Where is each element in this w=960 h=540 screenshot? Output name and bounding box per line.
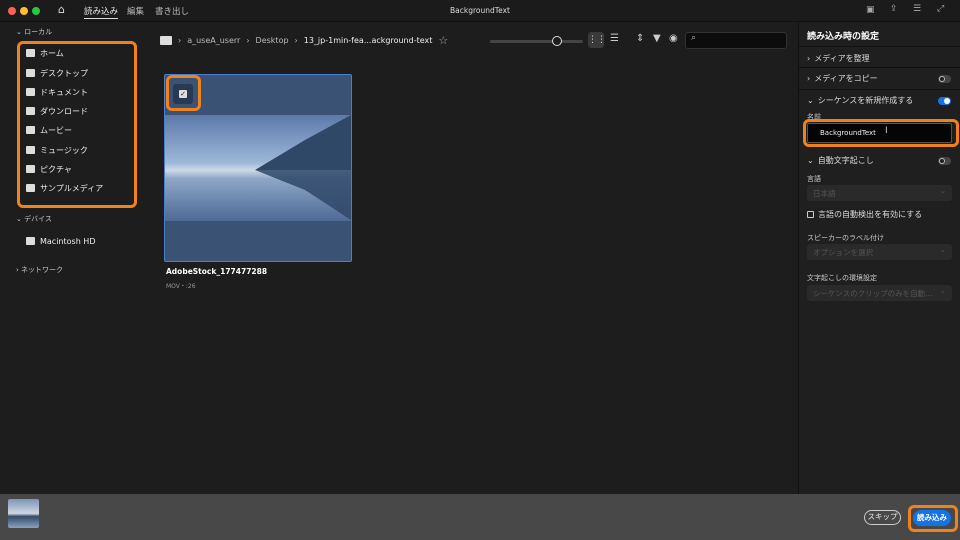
label: ホーム (40, 48, 64, 58)
sidebar-item-macintosh-hd[interactable]: Macintosh HD (26, 234, 95, 248)
selected-media-thumbnail[interactable] (8, 499, 39, 528)
sidebar: ⌄ ローカル ホーム デスクトップ ドキュメント ダウンロード ムービー ミュー… (0, 22, 150, 494)
speaker-label: スピーカーのラベル付け (807, 234, 884, 242)
new-sequence-toggle[interactable] (938, 97, 951, 105)
breadcrumb: › a_useA_userr › Desktop › 13_jp-1min-fea.… (160, 34, 448, 47)
fullscreen-icon[interactable]: ⤢ (937, 4, 944, 14)
label: メディアを整理 (814, 54, 870, 63)
sort-icon[interactable]: ⇕ (636, 33, 644, 44)
picture-icon (26, 165, 35, 173)
highlight-box (803, 119, 959, 147)
workspace-menu-icon[interactable]: ☰ (913, 4, 921, 14)
media-thumbnail (165, 115, 351, 221)
panel-title: 読み込み時の設定 (807, 32, 880, 42)
search-icon: ⌕ (691, 33, 697, 43)
bottom-bar: スキップ 読み込み (0, 494, 960, 540)
breadcrumb-item[interactable]: Desktop (256, 36, 289, 45)
import-settings-panel: 読み込み時の設定 › メディアを整理 › メディアをコピー ⌄ シーケンスを新規… (798, 22, 960, 494)
star-icon[interactable]: ☆ (438, 34, 448, 47)
auto-detect-checkbox[interactable] (807, 211, 814, 218)
movie-icon (26, 126, 35, 134)
divider (799, 46, 960, 47)
notification-icon[interactable]: ▣ (866, 5, 875, 15)
sidebar-item-home[interactable]: ホーム (26, 46, 64, 60)
list-view-icon[interactable]: ☰ (610, 33, 619, 44)
label: ピクチャ (40, 164, 72, 174)
speaker-select[interactable]: オプションを選択 (807, 244, 952, 260)
auto-transcribe-toggle[interactable] (938, 157, 951, 165)
grid-view-icon[interactable]: ⋮⋮ (588, 32, 606, 48)
title-bar: ⌂ 読み込み 編集 書き出し BackgroundText ▣ ⇪ ☰ ⤢ (0, 0, 960, 22)
folder-icon[interactable] (160, 36, 172, 45)
sidebar-item-desktop[interactable]: デスクトップ (26, 66, 88, 80)
transcribe-pref-label: 文字起こしの環境設定 (807, 274, 877, 282)
divider (799, 89, 960, 90)
media-meta: MOV・:26 (166, 283, 196, 290)
label: サンプルメディア (40, 183, 104, 193)
media-browser: › a_useA_userr › Desktop › 13_jp-1min-fea.… (150, 22, 798, 494)
organize-media-section[interactable]: › メディアを整理 (807, 53, 870, 64)
auto-detect-checkbox-row[interactable]: 言語の自動検出を有効にする (807, 209, 922, 220)
language-select[interactable]: 日本語 (807, 185, 952, 201)
folder-icon (26, 237, 35, 245)
label: デスクトップ (40, 68, 88, 78)
label: シーケンスを新規作成する (817, 96, 914, 105)
local-section-toggle[interactable]: ⌄ ローカル (16, 27, 52, 37)
desktop-icon (26, 69, 35, 77)
devices-label: デバイス (24, 215, 52, 223)
share-icon[interactable]: ⇪ (890, 4, 898, 14)
label: ダウンロード (40, 106, 88, 116)
download-icon (26, 107, 35, 115)
label: 言語の自動検出を有効にする (818, 210, 923, 219)
auto-transcribe-section[interactable]: ⌄ 自動文字起こし (807, 155, 874, 166)
mountain-graphic (255, 115, 351, 220)
copy-media-section[interactable]: › メディアをコピー (807, 73, 878, 84)
media-name: AdobeStock_177477288 (166, 267, 268, 276)
breadcrumb-item[interactable]: a_useA_userr (187, 36, 240, 45)
document-icon (26, 88, 35, 96)
sidebar-item-downloads[interactable]: ダウンロード (26, 104, 88, 118)
copy-media-toggle[interactable] (938, 75, 951, 83)
label: メディアをコピー (814, 74, 878, 83)
new-sequence-section[interactable]: ⌄ シーケンスを新規作成する (807, 95, 913, 106)
language-label: 言語 (807, 175, 821, 183)
sidebar-item-documents[interactable]: ドキュメント (26, 85, 88, 99)
home-icon (26, 49, 35, 57)
sidebar-item-music[interactable]: ミュージック (26, 143, 88, 157)
label: ドキュメント (40, 87, 88, 97)
label: 自動文字起こし (817, 156, 874, 165)
sidebar-item-pictures[interactable]: ピクチャ (26, 162, 72, 176)
label: Macintosh HD (40, 236, 96, 246)
skip-button[interactable]: スキップ (864, 510, 901, 525)
breadcrumb-current: 13_jp-1min-fea...ackground-text (303, 36, 433, 45)
network-section-toggle[interactable]: › ネットワーク (16, 265, 63, 275)
search-input[interactable]: ⌕ (685, 32, 787, 49)
transcribe-pref-select[interactable]: シーケンスのクリップのみを自動… (807, 285, 952, 301)
window-title: BackgroundText (450, 6, 510, 15)
highlight-box (908, 505, 958, 532)
divider (799, 67, 960, 68)
music-icon (26, 146, 35, 154)
network-label: ネットワーク (21, 266, 64, 274)
sidebar-item-movies[interactable]: ムービー (26, 123, 72, 137)
view-options-icon[interactable]: ◉ (669, 33, 678, 44)
highlight-box (166, 75, 201, 111)
sidebar-item-sample-media[interactable]: サンプルメディア (26, 181, 103, 195)
folder-icon (26, 184, 35, 192)
filter-icon[interactable]: ▼ (653, 33, 661, 44)
thumbnail-size-slider[interactable] (490, 40, 583, 43)
label: ムービー (40, 125, 72, 135)
slider-handle[interactable] (552, 36, 562, 46)
label: ミュージック (40, 145, 88, 155)
local-label: ローカル (24, 28, 53, 36)
devices-section-toggle[interactable]: ⌄ デバイス (16, 214, 52, 224)
